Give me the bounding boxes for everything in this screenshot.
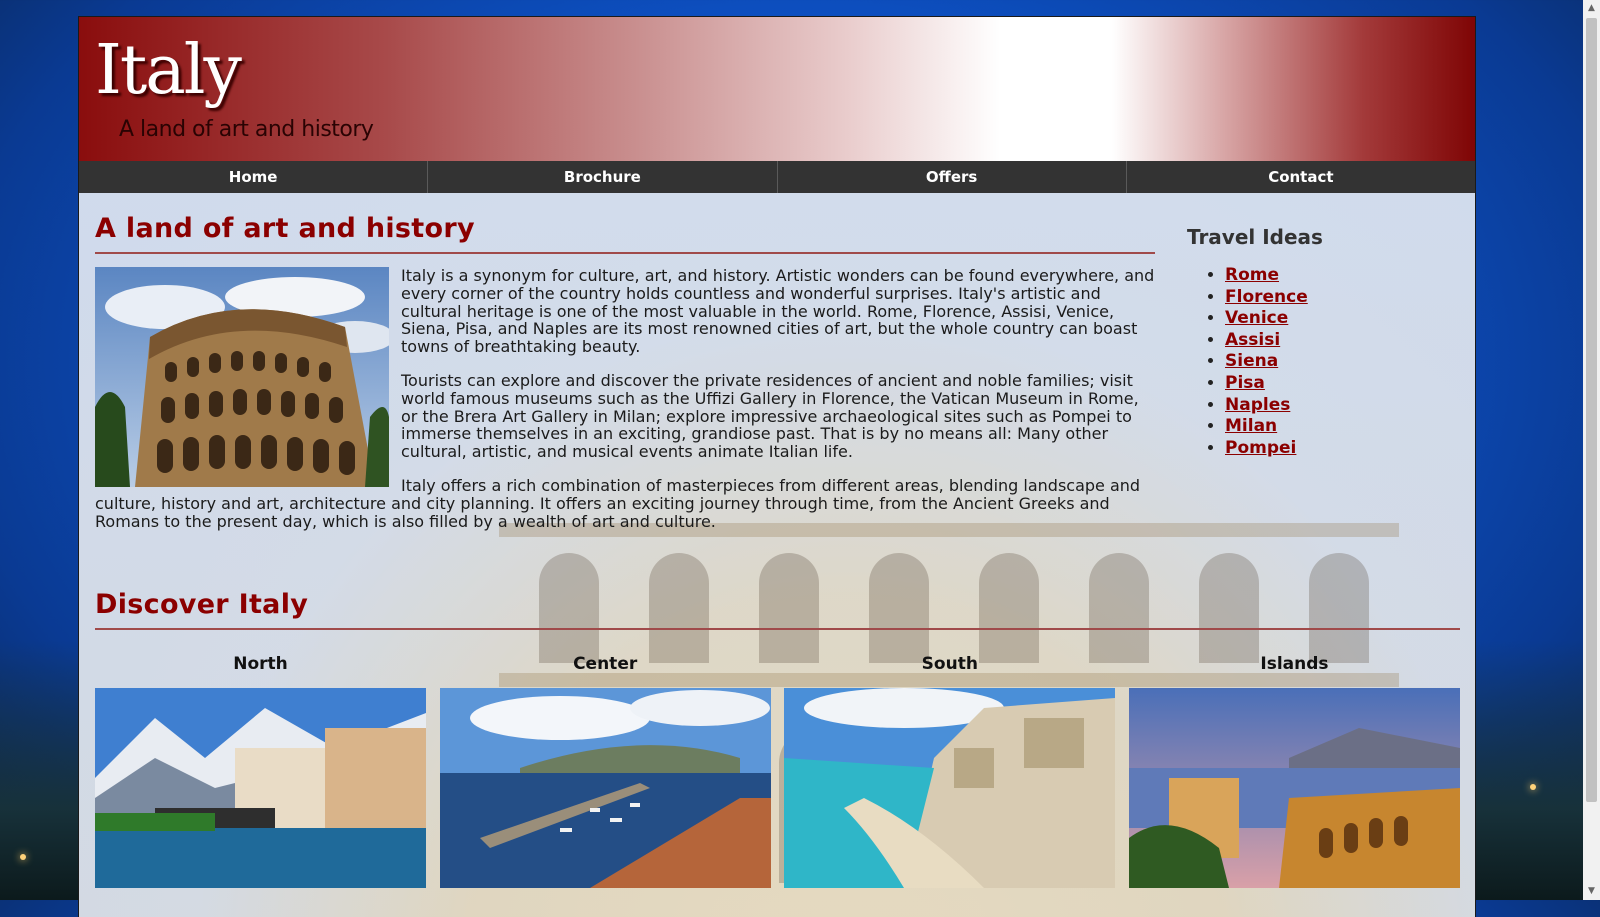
intro-section: Italy is a synonym for culture, art, and… bbox=[95, 267, 1155, 530]
scroll-up-icon[interactable]: ▲ bbox=[1583, 0, 1600, 17]
south-beach-photo[interactable] bbox=[784, 688, 1116, 888]
travel-ideas-sidebar: Travel Ideas Rome Florence Venice Assisi… bbox=[1187, 225, 1457, 459]
city-light bbox=[20, 854, 26, 860]
region-label: Islands bbox=[1260, 654, 1329, 674]
link-venice[interactable]: Venice bbox=[1225, 308, 1288, 328]
main-heading: A land of art and history bbox=[95, 213, 1155, 254]
main-nav: Home Brochure Offers Contact bbox=[79, 161, 1475, 193]
north-lake-photo[interactable] bbox=[95, 688, 426, 888]
link-florence[interactable]: Florence bbox=[1225, 287, 1308, 307]
region-south[interactable]: South bbox=[784, 654, 1116, 888]
list-item: Assisi bbox=[1225, 330, 1457, 352]
colosseum-photo bbox=[95, 267, 389, 487]
region-label: North bbox=[233, 654, 288, 674]
page-container: Italy A land of art and history Home Bro… bbox=[78, 16, 1476, 917]
link-rome[interactable]: Rome bbox=[1225, 265, 1279, 285]
list-item: Siena bbox=[1225, 351, 1457, 373]
travel-ideas-list: Rome Florence Venice Assisi Siena Pisa N… bbox=[1187, 265, 1457, 459]
scrollbar-thumb[interactable] bbox=[1586, 18, 1597, 802]
list-item: Pisa bbox=[1225, 373, 1457, 395]
regions-grid: North Center South Islands bbox=[95, 654, 1460, 888]
list-item: Venice bbox=[1225, 308, 1457, 330]
content-area: A land of art and history Italy is a syn… bbox=[79, 193, 1475, 917]
list-item: Naples bbox=[1225, 395, 1457, 417]
list-item: Rome bbox=[1225, 265, 1457, 287]
vertical-scrollbar[interactable]: ▲ ▼ bbox=[1583, 0, 1600, 900]
nav-offers[interactable]: Offers bbox=[778, 161, 1127, 193]
city-light bbox=[1530, 784, 1536, 790]
link-pisa[interactable]: Pisa bbox=[1225, 373, 1265, 393]
link-siena[interactable]: Siena bbox=[1225, 351, 1278, 371]
link-naples[interactable]: Naples bbox=[1225, 395, 1290, 415]
list-item: Milan bbox=[1225, 416, 1457, 438]
link-milan[interactable]: Milan bbox=[1225, 416, 1277, 436]
region-north[interactable]: North bbox=[95, 654, 426, 888]
site-header: Italy A land of art and history bbox=[79, 17, 1475, 161]
nav-brochure[interactable]: Brochure bbox=[428, 161, 778, 193]
discover-heading: Discover Italy bbox=[95, 589, 1460, 630]
center-coast-photo[interactable] bbox=[439, 688, 771, 888]
site-tagline: A land of art and history bbox=[119, 117, 374, 142]
list-item: Florence bbox=[1225, 287, 1457, 309]
region-islands[interactable]: Islands bbox=[1128, 654, 1460, 888]
main-column: A land of art and history Italy is a syn… bbox=[95, 213, 1155, 546]
link-assisi[interactable]: Assisi bbox=[1225, 330, 1280, 350]
nav-home[interactable]: Home bbox=[79, 161, 429, 193]
nav-contact[interactable]: Contact bbox=[1127, 161, 1475, 193]
islands-coast-photo[interactable] bbox=[1128, 688, 1460, 888]
site-title: Italy bbox=[95, 31, 242, 110]
link-pompei[interactable]: Pompei bbox=[1225, 438, 1296, 458]
discover-section: Discover Italy North Center South Island… bbox=[95, 589, 1460, 888]
list-item: Pompei bbox=[1225, 438, 1457, 460]
region-center[interactable]: Center bbox=[439, 654, 771, 888]
sidebar-heading: Travel Ideas bbox=[1187, 225, 1323, 249]
region-label: South bbox=[921, 654, 978, 674]
scroll-down-icon[interactable]: ▼ bbox=[1583, 883, 1600, 900]
region-label: Center bbox=[573, 654, 638, 674]
